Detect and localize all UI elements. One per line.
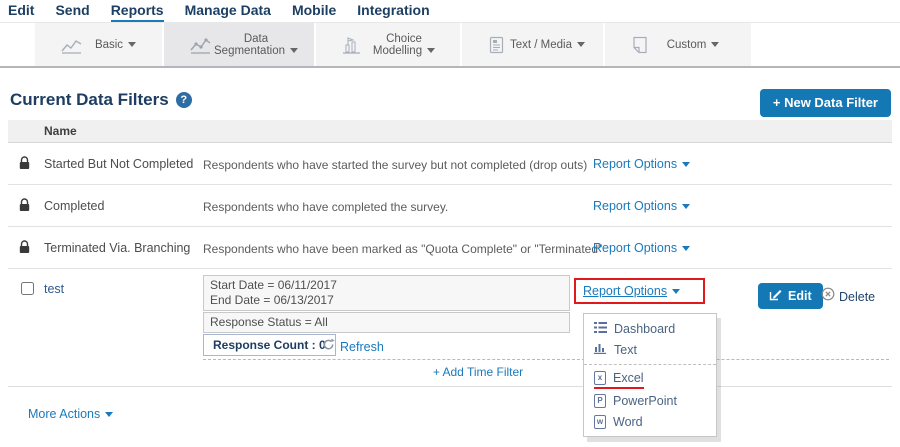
top-nav: Edit Send Reports Manage Data Mobile Int… [8, 2, 430, 22]
menu-item-label: Word [613, 415, 643, 429]
tab-data-segmentation[interactable]: Data Segmentation [164, 23, 314, 66]
data-filters-table: Name Started But Not Completed Responden… [8, 120, 892, 387]
date-range-box: Start Date = 06/11/2017 End Date = 06/13… [203, 275, 570, 311]
filter-description: Respondents who have completed the surve… [203, 200, 448, 214]
nav-edit[interactable]: Edit [8, 2, 34, 20]
report-options-annotation: Report Options [574, 278, 705, 304]
refresh-link[interactable]: Refresh [322, 338, 384, 356]
edit-button[interactable]: Edit [758, 283, 823, 309]
chevron-down-icon [427, 48, 435, 53]
chevron-down-icon [682, 162, 690, 167]
menu-item-label: Dashboard [614, 322, 675, 336]
choice-chart-icon [342, 36, 362, 54]
lock-icon [19, 156, 30, 175]
chevron-down-icon [105, 412, 113, 417]
tab-choice-modelling[interactable]: Choice Modelling [316, 23, 460, 66]
menu-item-text[interactable]: Text [584, 339, 716, 360]
response-status-box: Response Status = All [203, 312, 570, 333]
table-row: Started But Not Completed Respondents wh… [8, 143, 892, 185]
report-options-link[interactable]: Report Options [583, 284, 680, 298]
report-options-link[interactable]: Report Options [593, 157, 690, 171]
end-date-value: End Date = 06/13/2017 [210, 293, 563, 308]
chevron-down-icon [128, 42, 136, 47]
tab-custom-label: Custom [649, 39, 751, 51]
lock-icon [19, 240, 30, 259]
time-filter-divider [203, 359, 889, 360]
menu-item-dashboard[interactable]: Dashboard [584, 318, 716, 339]
line-chart-icon [61, 36, 83, 54]
tab-text-media-label: Text / Media [506, 39, 603, 51]
refresh-icon [322, 338, 335, 356]
delete-circle-icon [821, 287, 835, 306]
help-icon[interactable]: ? [176, 92, 192, 108]
news-icon [488, 36, 506, 54]
custom-page-icon [631, 36, 649, 54]
nav-send[interactable]: Send [55, 2, 89, 20]
chevron-down-icon [682, 246, 690, 251]
tab-choice-modelling-label: Choice Modelling [362, 33, 460, 57]
chevron-down-icon [672, 289, 680, 294]
page-title: Current Data Filters [10, 90, 169, 110]
edit-button-label: Edit [788, 289, 812, 303]
chevron-down-icon [577, 42, 585, 47]
nav-reports[interactable]: Reports [111, 2, 164, 22]
lock-icon [19, 198, 30, 217]
filter-name: Terminated Via. Branching [44, 241, 190, 255]
word-file-icon: w [594, 415, 606, 429]
menu-item-powerpoint[interactable]: P PowerPoint [584, 390, 716, 411]
table-row: Terminated Via. Branching Respondents wh… [8, 227, 892, 269]
filter-name: Started But Not Completed [44, 157, 193, 171]
powerpoint-file-icon: P [594, 394, 606, 408]
report-options-dropdown: Dashboard Text x Excel P PowerPoint [583, 313, 717, 437]
pencil-icon [769, 288, 782, 304]
response-count-badge: Response Count : 0 [203, 334, 336, 356]
menu-item-label: PowerPoint [613, 394, 677, 408]
chevron-down-icon [290, 48, 298, 53]
segmentation-chart-icon [190, 36, 212, 54]
menu-item-label: Excel [613, 371, 644, 385]
filter-name[interactable]: test [44, 282, 64, 296]
more-actions-link[interactable]: More Actions [28, 407, 113, 421]
chevron-down-icon [711, 42, 719, 47]
report-options-link[interactable]: Report Options [593, 241, 690, 255]
filter-name: Completed [44, 199, 104, 213]
survey-reports-page: Edit Send Reports Manage Data Mobile Int… [0, 0, 900, 447]
report-options-link[interactable]: Report Options [593, 199, 690, 213]
page-header: Current Data Filters ? [10, 90, 192, 110]
new-data-filter-button[interactable]: + New Data Filter [760, 89, 891, 117]
tab-data-segmentation-label: Data Segmentation [212, 33, 314, 57]
menu-item-label: Text [614, 343, 637, 357]
menu-divider [584, 364, 716, 365]
tab-text-media[interactable]: Text / Media [462, 23, 603, 66]
nav-manage-data[interactable]: Manage Data [185, 2, 271, 20]
tab-basic[interactable]: Basic [35, 23, 162, 66]
bar-chart-icon [594, 341, 607, 359]
row-checkbox[interactable] [21, 282, 34, 295]
dashboard-list-icon [594, 320, 607, 338]
menu-item-excel[interactable]: x Excel [584, 369, 716, 390]
delete-label: Delete [839, 290, 875, 304]
refresh-label: Refresh [340, 340, 384, 354]
table-row-expanded: test Start Date = 06/11/2017 End Date = … [8, 269, 892, 387]
menu-item-word[interactable]: w Word [584, 411, 716, 432]
delete-link[interactable]: Delete [821, 287, 875, 306]
excel-file-icon: x [594, 371, 606, 385]
tab-custom[interactable]: Custom [605, 23, 751, 66]
report-type-tabbar: Basic Data Segmentation Choice Modelling… [0, 22, 900, 68]
name-column-header: Name [44, 120, 77, 143]
filter-description: Respondents who have been marked as "Quo… [203, 242, 602, 256]
filter-description: Respondents who have started the survey … [203, 158, 587, 172]
tab-basic-label: Basic [83, 39, 162, 51]
chevron-down-icon [682, 204, 690, 209]
nav-mobile[interactable]: Mobile [292, 2, 336, 20]
table-row: Completed Respondents who have completed… [8, 185, 892, 227]
table-header-row: Name [8, 120, 892, 143]
start-date-value: Start Date = 06/11/2017 [210, 278, 563, 293]
nav-integration[interactable]: Integration [357, 2, 429, 20]
